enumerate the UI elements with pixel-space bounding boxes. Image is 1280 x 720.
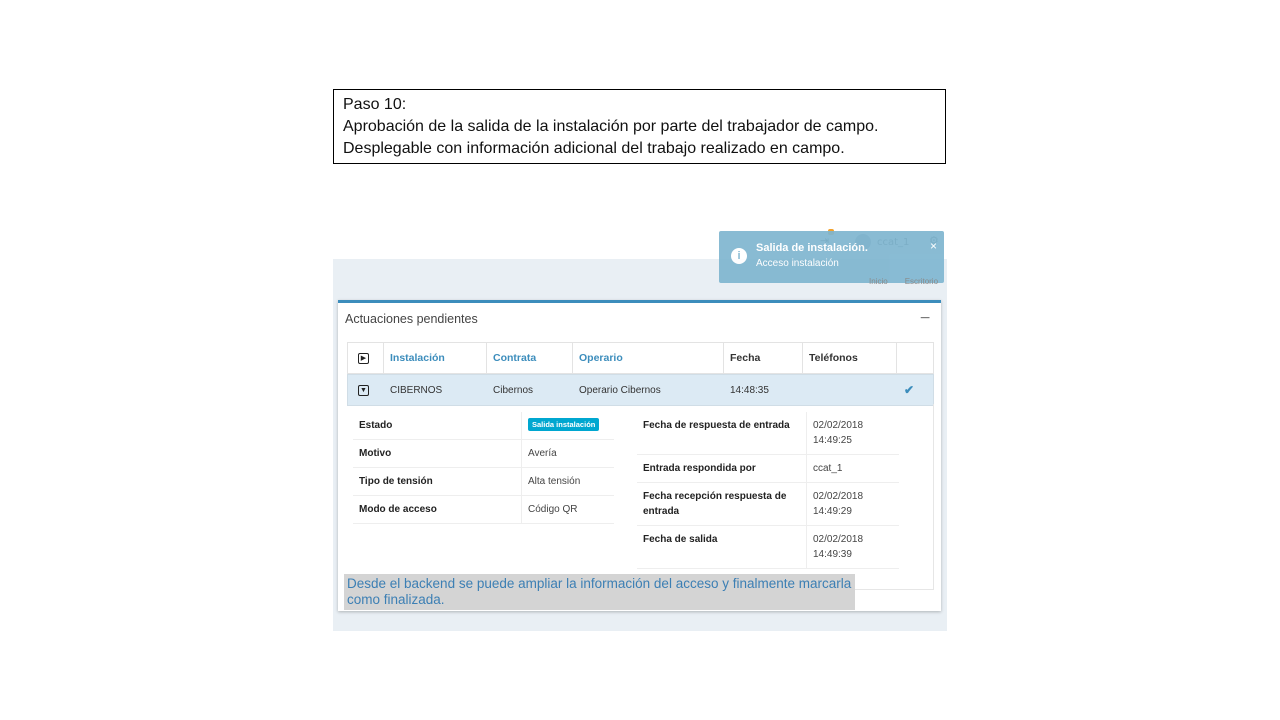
breadcrumb-escritorio[interactable]: Escritorio (905, 277, 938, 286)
details-left-table: Estado Salida instalación Motivo Avería … (353, 412, 614, 524)
detail-row-tipo-tension: Tipo de tensión Alta tensión (353, 468, 614, 496)
cell-operario: Operario Cibernos (579, 384, 661, 396)
table-row[interactable]: ▼ CIBERNOS Cibernos Operario Cibernos 14… (347, 374, 934, 406)
detail-key: Fecha de respuesta de entrada (643, 420, 790, 431)
check-icon: ✔ (904, 383, 915, 397)
detail-value: Alta tensión (521, 468, 614, 495)
detail-key: Fecha de salida (643, 534, 718, 545)
detail-key: Motivo (359, 448, 392, 459)
collapse-row-button[interactable]: ▼ (358, 375, 369, 405)
breadcrumb: Inicio Escritorio (869, 277, 938, 286)
chevron-down-icon: ▼ (358, 384, 369, 396)
detail-key: Entrada respondida por (643, 463, 756, 474)
detail-row-estado: Estado Salida instalación (353, 412, 614, 440)
cell-fecha: 14:48:35 (730, 384, 769, 396)
detail-row-fecha-salida: Fecha de salida 02/02/2018 14:49:39 (637, 526, 899, 569)
info-icon: i (731, 248, 747, 264)
column-header-operario[interactable]: Operario (579, 343, 623, 373)
minimize-icon[interactable]: − (919, 310, 931, 326)
detail-key: Estado (359, 420, 393, 431)
column-header-fecha: Fecha (730, 352, 761, 364)
play-icon: ▶ (358, 352, 369, 364)
detail-row-fecha-respuesta: Fecha de respuesta de entrada 02/02/2018… (637, 412, 899, 455)
detail-row-respondida-por: Entrada respondida por ccat_1 (637, 455, 899, 483)
detail-value: Avería (521, 440, 614, 467)
toast-notification[interactable]: i Salida de instalación. Acceso instalac… (719, 231, 944, 283)
detail-row-fecha-recepcion: Fecha recepción respuesta de entrada 02/… (637, 483, 899, 526)
detail-value: 02/02/2018 14:49:29 (806, 483, 899, 525)
step-line-approval: Aprobación de la salida de la instalació… (343, 118, 879, 135)
detail-key: Tipo de tensión (359, 476, 433, 487)
detail-key: Fecha recepción respuesta de entrada (643, 491, 787, 517)
detail-value: Código QR (521, 496, 614, 523)
status-badge: Salida instalación (528, 418, 600, 431)
breadcrumb-inicio[interactable]: Inicio (869, 277, 888, 286)
column-header-contrata[interactable]: Contrata (493, 343, 536, 373)
cell-contrata: Cibernos (493, 384, 534, 396)
detail-row-modo-acceso: Modo de acceso Código QR (353, 496, 614, 524)
cell-instalacion: CIBERNOS (390, 384, 443, 396)
close-icon[interactable]: × (930, 239, 937, 253)
approve-button[interactable]: ✔ (904, 375, 914, 405)
table-header: ▶ Instalación Contrata Operario Fecha Te… (347, 342, 934, 374)
detail-value: 02/02/2018 14:49:39 (806, 526, 899, 568)
step-line-dropdown: Desplegable con información adicional de… (343, 140, 845, 157)
panel-title: Actuaciones pendientes (345, 312, 478, 326)
column-header-instalacion[interactable]: Instalación (390, 343, 445, 373)
column-header-telefonos: Teléfonos (809, 352, 858, 364)
step-description-box: Paso 10: Aprobación de la salida de la i… (333, 89, 946, 164)
details-right-table: Fecha de respuesta de entrada 02/02/2018… (637, 412, 899, 569)
detail-value: 02/02/2018 14:49:25 (806, 412, 899, 454)
caption-note: Desde el backend se puede ampliar la inf… (344, 574, 855, 610)
toast-body: Acceso instalación (756, 258, 839, 269)
toast-title: Salida de instalación. (756, 242, 868, 254)
detail-value: ccat_1 (806, 455, 899, 482)
expand-all-button[interactable]: ▶ (358, 343, 369, 373)
detail-key: Modo de acceso (359, 504, 437, 515)
detail-row-motivo: Motivo Avería (353, 440, 614, 468)
step-number: Paso 10: (343, 96, 407, 113)
